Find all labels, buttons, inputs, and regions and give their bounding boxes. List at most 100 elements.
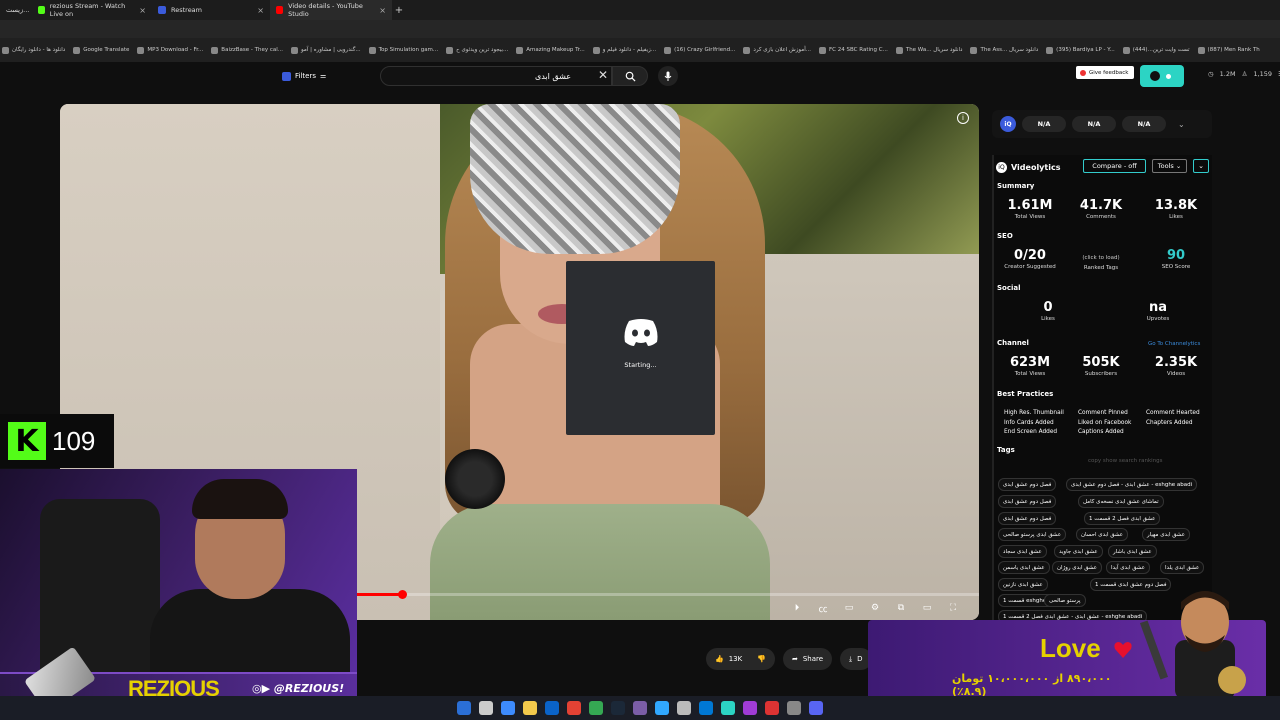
voice-search-button[interactable]	[658, 66, 678, 86]
miniplayer-icon[interactable]: ⧉	[894, 602, 908, 614]
settings-gear-icon[interactable]: ⚙	[868, 602, 882, 614]
filters-button[interactable]: Filters ⚌	[282, 69, 326, 83]
bookmark-item[interactable]: Top Simulation gam...	[368, 46, 438, 54]
tag-chip[interactable]: عشق ابدی باشار	[1108, 545, 1157, 558]
vidiq-toggle[interactable]	[1140, 65, 1184, 87]
bookmark-item[interactable]: بیجود ترین ویدئوی ح...	[446, 46, 508, 54]
search-button[interactable]	[612, 66, 648, 86]
bookmark-item[interactable]: (395) Bardiya LP - Y...	[1046, 46, 1115, 54]
black-flower-necklace	[445, 449, 505, 509]
tab-kick-stream[interactable]: rezious Stream - Watch Live on ×	[32, 0, 152, 20]
obs-icon[interactable]	[633, 701, 647, 715]
tag-chip[interactable]: عشق ابدی پرستو صالحی	[998, 528, 1067, 541]
tab-persian[interactable]: زیست...	[0, 0, 32, 20]
bookmark-item[interactable]: Google Translate	[73, 46, 129, 54]
search-icon[interactable]	[479, 701, 493, 715]
download-label: D	[857, 655, 863, 663]
address-bar[interactable]	[0, 20, 1280, 38]
network-icon[interactable]	[721, 701, 735, 715]
bookmark-label: (887) Men Rank Th	[1207, 47, 1260, 53]
bookmark-item[interactable]: (887) Men Rank Th	[1197, 46, 1260, 54]
bookmark-favicon-icon	[970, 46, 978, 54]
subtitle-icon[interactable]: ▭	[842, 602, 856, 614]
captions-icon[interactable]: ㏄	[816, 602, 830, 615]
bookmark-item[interactable]: BaizzBase - They cal...	[211, 46, 283, 54]
tag-chip[interactable]: عشق ابدی احسان	[1076, 528, 1129, 541]
edge-icon[interactable]	[545, 701, 559, 715]
scrubber-handle[interactable]	[398, 590, 407, 599]
bookmark-item[interactable]: گندرویی | مشاوره | آمو...	[291, 46, 361, 54]
stat-ranked-tags[interactable]: (click to load) Ranked Tags	[1071, 255, 1131, 271]
bookmark-item[interactable]: The Wa... دانلود سریال	[895, 46, 962, 54]
bookmark-label: گندرویی | مشاوره | آمو...	[301, 47, 361, 53]
bookmark-favicon-icon	[211, 46, 219, 54]
ps-icon[interactable]	[677, 701, 691, 715]
tab-restream[interactable]: Restream ×	[152, 0, 270, 20]
channelytics-link[interactable]: Go To Channelytics	[1148, 341, 1200, 347]
theater-icon[interactable]: ▭	[920, 602, 934, 614]
r-icon[interactable]	[743, 701, 757, 715]
download-button[interactable]: ⤓ D	[840, 648, 872, 670]
close-tab-icon[interactable]: ×	[379, 6, 386, 15]
tag-chip[interactable]: عشق ابدی فصل 2 قسمت 1	[1084, 512, 1161, 525]
chrome-red-icon[interactable]	[765, 701, 779, 715]
tag-chip[interactable]: عشق ابدی مهیار	[1142, 528, 1190, 541]
chrome-icon[interactable]	[589, 701, 603, 715]
clear-search-icon[interactable]: ✕	[598, 68, 608, 82]
close-tab-icon[interactable]: ×	[257, 6, 264, 15]
new-tab-button[interactable]: +	[392, 5, 406, 16]
steam-icon[interactable]	[611, 701, 625, 715]
bookmark-item[interactable]: Amazing Makeup Tr...	[516, 46, 585, 54]
tag-chip[interactable]: عشق ابدی جاوید	[1054, 545, 1103, 558]
file-explorer-icon[interactable]	[523, 701, 537, 715]
thumbs-up-icon: 👍	[715, 655, 724, 663]
bp-item: High Res. Thumbnail	[1004, 410, 1064, 416]
close-tab-icon[interactable]: ×	[139, 6, 146, 15]
settings-icon[interactable]	[787, 701, 801, 715]
tag-chip[interactable]: عشق ابدی آیدا	[1106, 561, 1150, 574]
autoplay-icon[interactable]: ⏵	[790, 602, 804, 614]
tag-chip[interactable]: عشق ابدی روژان	[1052, 561, 1103, 574]
dislike-icon[interactable]: 👎	[757, 655, 766, 663]
tag-chip[interactable]: عشق ابدی یاسمن	[998, 561, 1050, 574]
tag-chip[interactable]: فصل دوم عشق ابدی	[998, 495, 1057, 508]
search-input[interactable]: عشق ابدی	[380, 66, 612, 86]
bookmark-item[interactable]: آموزش اعلان بازی کرد...	[743, 46, 811, 54]
tools-button[interactable]: Tools ⌄	[1152, 159, 1187, 173]
stat-label: Creator Suggested	[1004, 264, 1056, 270]
bookmark-item[interactable]: FC 24 SBC Rating C...	[819, 46, 888, 54]
bookmark-item[interactable]: دانلود ها - دانلود رایگان	[2, 46, 65, 54]
like-button[interactable]: 👍 13K 👎	[706, 648, 775, 670]
tag-chip[interactable]: عشق ابدی - فصل دوم عشق ابدی - eshghe aba…	[1066, 478, 1198, 491]
progress-bar[interactable]	[356, 593, 979, 596]
tag-chip[interactable]: پرستو صالحی	[1044, 594, 1086, 607]
share-button[interactable]: ➦ Share	[782, 648, 833, 670]
tag-chip[interactable]: تماشای عشق ابدی نسخه‌ی کامل	[1078, 495, 1164, 508]
copilot-icon[interactable]	[501, 701, 515, 715]
tab-youtube-studio[interactable]: Video details - YouTube Studio ×	[270, 0, 392, 20]
chevron-down-icon[interactable]: ⌄	[1178, 120, 1185, 129]
streamer-body	[150, 589, 350, 672]
click-to-load[interactable]: (click to load)	[1071, 255, 1131, 261]
bookmark-item[interactable]: MP3 Download - Fr...	[137, 46, 203, 54]
windows-start-icon[interactable]	[457, 701, 471, 715]
calculator-icon[interactable]	[699, 701, 713, 715]
tag-chip[interactable]: عشق ابدی یلدا	[1160, 561, 1205, 574]
photoshop-icon[interactable]	[655, 701, 669, 715]
bookmark-item[interactable]: زیفیلم - دانلود فیلم و...	[592, 46, 656, 54]
tag-chip[interactable]: عشق ابدی سجاد	[998, 545, 1047, 558]
fullscreen-icon[interactable]: ⛶	[946, 602, 960, 614]
expand-icon[interactable]: ⌄	[1193, 159, 1209, 173]
bookmark-item[interactable]: تست وایت ترین...(444)	[1122, 46, 1190, 54]
tag-chip[interactable]: فصل دوم عشق ابدی	[998, 478, 1057, 491]
discord-icon[interactable]	[809, 701, 823, 715]
tag-chip[interactable]: عشق ابدی نازنین	[998, 578, 1048, 591]
tag-chip[interactable]: فصل دوم عشق ابدی	[998, 512, 1057, 525]
bookmark-item[interactable]: (16) Crazy Girlfriend...	[664, 46, 735, 54]
bookmark-item[interactable]: The Ass... دانلود سریال	[970, 46, 1038, 54]
tags-controls[interactable]: copy show search rankings	[1088, 458, 1163, 464]
compare-button[interactable]: Compare - off	[1083, 159, 1146, 173]
give-feedback-button[interactable]: Give feedback	[1076, 66, 1134, 79]
restream-icon[interactable]	[567, 701, 581, 715]
info-icon[interactable]: i	[957, 112, 969, 124]
